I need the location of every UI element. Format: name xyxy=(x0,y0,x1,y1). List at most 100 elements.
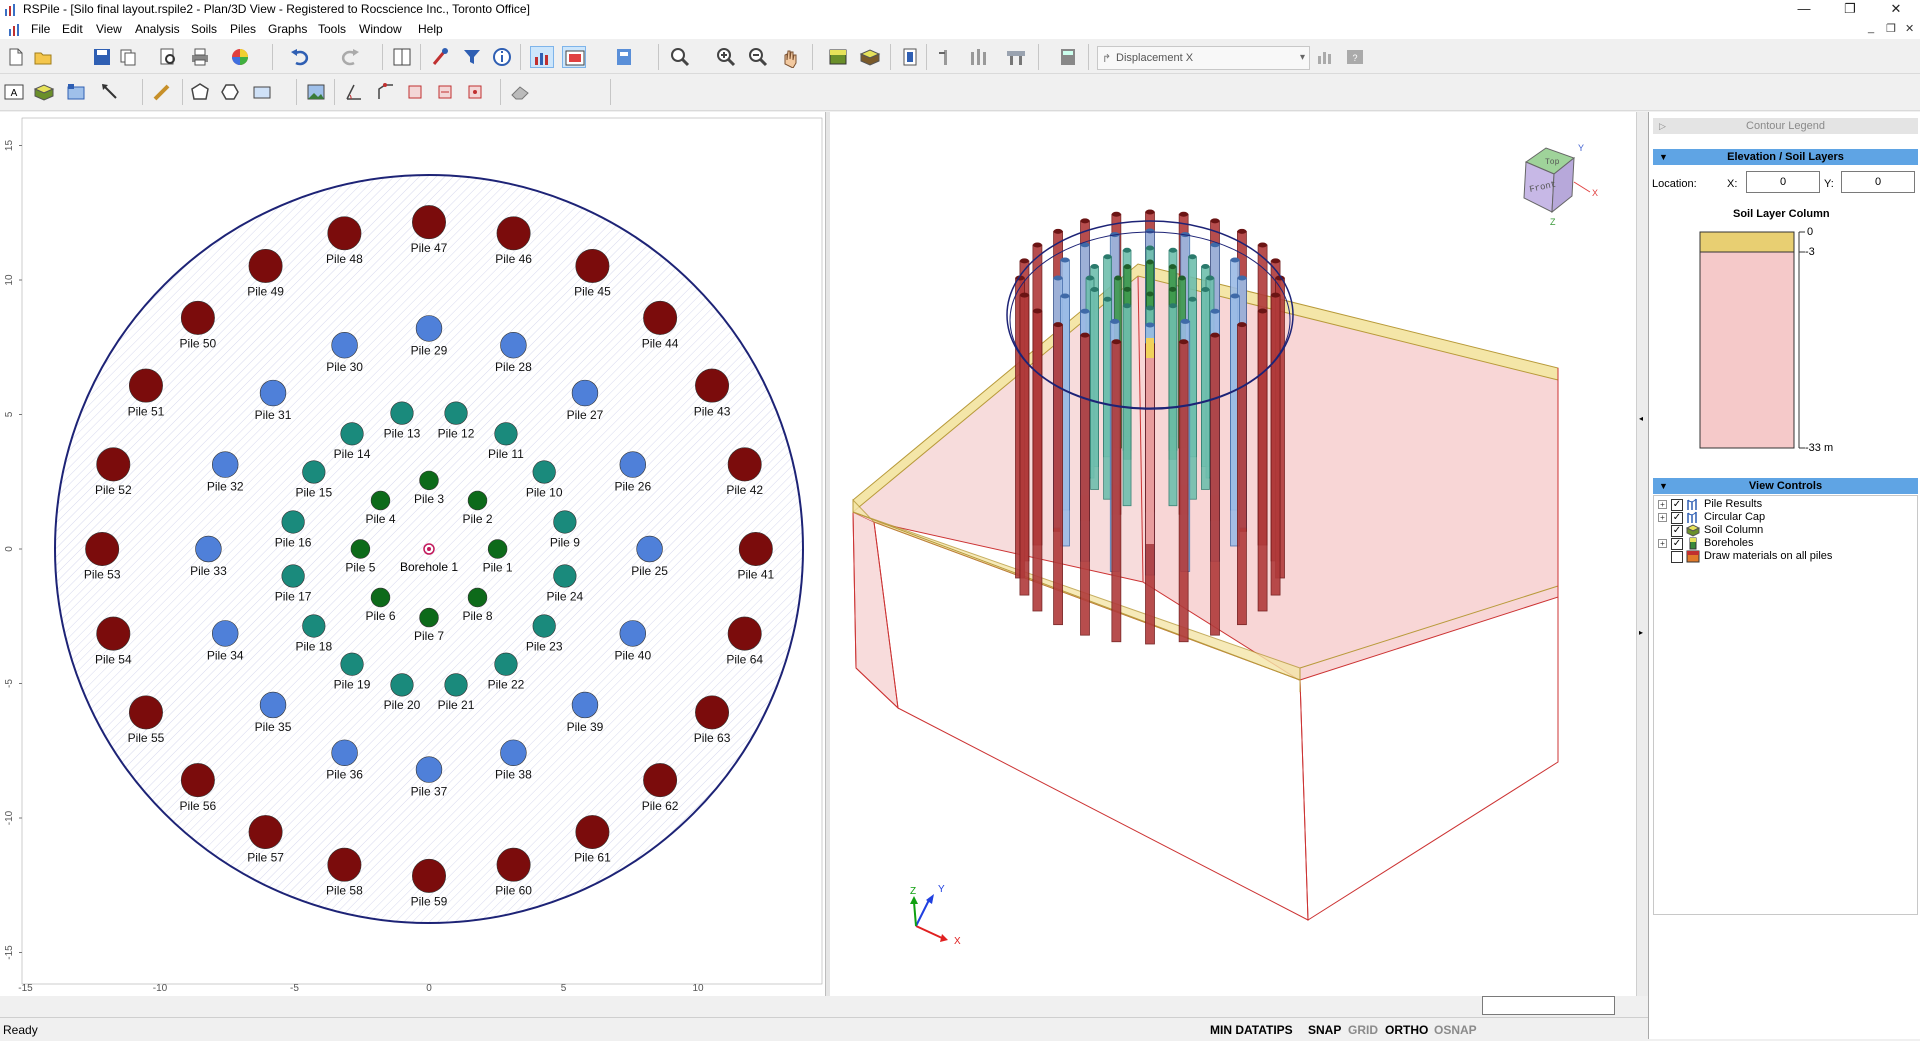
soil-box-icon[interactable] xyxy=(32,81,56,103)
3d-view-canvas[interactable]: Top Front X Y Z X Y Z xyxy=(830,112,1642,996)
color-wheel-icon[interactable] xyxy=(228,46,252,68)
split-view-icon[interactable] xyxy=(390,46,414,68)
menu-soils[interactable]: Soils xyxy=(191,22,217,36)
pile-marker[interactable] xyxy=(370,587,391,608)
pile-marker[interactable] xyxy=(259,379,287,407)
3d-pile[interactable] xyxy=(1178,341,1189,643)
hexagon-icon[interactable] xyxy=(218,81,242,103)
pile-marker[interactable] xyxy=(553,564,577,588)
pan-hand-icon[interactable] xyxy=(778,46,802,68)
ortho-toggle[interactable]: ORTHO xyxy=(1385,1023,1428,1037)
document-icon[interactable] xyxy=(8,23,22,36)
redo-icon[interactable] xyxy=(338,46,362,68)
3d-pile[interactable] xyxy=(1032,310,1043,612)
y-coord-input[interactable]: 0 xyxy=(1841,171,1915,193)
draw-materials-checkbox[interactable] xyxy=(1671,551,1683,563)
circular-cap-checkbox[interactable]: ✓ xyxy=(1671,512,1683,524)
zoom-in-icon[interactable] xyxy=(714,46,738,68)
calculator-display-icon[interactable] xyxy=(612,46,636,68)
pile-marker[interactable] xyxy=(340,652,364,676)
pile-marker[interactable] xyxy=(419,470,439,491)
pile-tool-icon[interactable] xyxy=(428,46,452,68)
3d-pile[interactable] xyxy=(1237,324,1247,626)
pile-marker[interactable] xyxy=(180,300,215,335)
3d-pile[interactable] xyxy=(1053,324,1063,626)
calculator-icon[interactable] xyxy=(1056,46,1080,68)
pile-marker[interactable] xyxy=(340,422,364,446)
expand-icon[interactable]: + xyxy=(1658,539,1667,548)
pile-marker[interactable] xyxy=(532,460,556,484)
pile-marker[interactable] xyxy=(248,248,283,283)
3d-pile[interactable] xyxy=(1270,294,1281,596)
ruler-box-icon[interactable] xyxy=(64,81,88,103)
pile-marker[interactable] xyxy=(327,847,362,882)
expand-icon[interactable]: ▷ xyxy=(1659,118,1666,134)
pile-marker[interactable] xyxy=(727,616,762,651)
pile-marker[interactable] xyxy=(281,564,305,588)
menu-help[interactable]: Help xyxy=(418,22,443,36)
image-icon[interactable] xyxy=(304,81,328,103)
pile-marker[interactable] xyxy=(494,422,518,446)
new-file-icon[interactable] xyxy=(4,46,28,68)
pile-marker[interactable] xyxy=(695,695,730,730)
min-datatips-toggle[interactable]: MIN DATATIPS xyxy=(1210,1023,1293,1037)
x-coord-input[interactable]: 0 xyxy=(1746,171,1820,193)
view-controls-header[interactable]: ▼ View Controls xyxy=(1653,478,1918,494)
open-folder-icon[interactable] xyxy=(32,46,56,68)
pile-marker[interactable] xyxy=(412,205,446,240)
copy-icon[interactable] xyxy=(116,46,140,68)
pile-marker[interactable] xyxy=(390,673,414,697)
3d-pile[interactable] xyxy=(1168,305,1178,507)
osnap-toggle[interactable]: OSNAP xyxy=(1434,1023,1477,1037)
menu-graphs[interactable]: Graphs xyxy=(268,22,307,36)
view-splitter[interactable]: ◂ ▸ xyxy=(1636,112,1648,996)
3d-pile[interactable] xyxy=(1019,294,1030,596)
contour-legend-header[interactable]: ▷ Contour Legend xyxy=(1653,118,1918,134)
pile-marker[interactable] xyxy=(350,539,371,559)
mdi-restore-button[interactable]: ❐ xyxy=(1886,22,1896,35)
undo-icon[interactable] xyxy=(288,46,312,68)
pile-marker[interactable] xyxy=(467,587,488,608)
3d-pile[interactable] xyxy=(1111,341,1122,643)
pile-marker[interactable] xyxy=(496,847,531,882)
pile-marker[interactable] xyxy=(281,510,305,534)
pile-marker[interactable] xyxy=(415,756,443,783)
pile-marker[interactable] xyxy=(575,248,610,283)
close-button[interactable]: ✕ xyxy=(1873,0,1919,19)
rectangle-icon[interactable] xyxy=(250,81,274,103)
pile-marker[interactable] xyxy=(619,620,647,647)
pile-marker[interactable] xyxy=(444,401,468,425)
pile-marker[interactable] xyxy=(412,858,446,893)
3d-pile[interactable] xyxy=(1090,289,1099,490)
pile-marker[interactable] xyxy=(419,607,439,628)
3d-pile[interactable] xyxy=(1080,334,1090,636)
plan-view-icon[interactable] xyxy=(530,46,554,68)
soil-properties-icon[interactable] xyxy=(826,46,850,68)
pile-results-checkbox[interactable]: ✓ xyxy=(1671,499,1683,511)
menu-file[interactable]: File xyxy=(31,22,50,36)
3d-view-icon[interactable] xyxy=(562,46,586,68)
pile-marker[interactable] xyxy=(738,532,773,566)
snap-toggle[interactable]: SNAP xyxy=(1308,1023,1341,1037)
minimize-button[interactable]: — xyxy=(1781,0,1827,19)
menu-piles[interactable]: Piles xyxy=(230,22,256,36)
pile-marker[interactable] xyxy=(96,447,131,482)
angle-icon[interactable] xyxy=(342,81,366,103)
print-preview-icon[interactable] xyxy=(156,46,180,68)
polygon-icon[interactable] xyxy=(188,81,212,103)
menu-tools[interactable]: Tools xyxy=(318,22,346,36)
edit-shape-icon[interactable] xyxy=(374,81,398,103)
3d-pile[interactable] xyxy=(1210,334,1220,636)
pile-marker[interactable] xyxy=(302,460,326,484)
pile-marker[interactable] xyxy=(302,614,326,638)
graph-icon[interactable] xyxy=(1313,46,1337,68)
pile-marker[interactable] xyxy=(487,539,508,559)
pile-marker[interactable] xyxy=(390,401,414,425)
pile-marker[interactable] xyxy=(500,331,527,359)
info-icon[interactable] xyxy=(490,46,514,68)
pile-marker[interactable] xyxy=(636,535,663,563)
menu-analysis[interactable]: Analysis xyxy=(135,22,180,36)
text-tool-icon[interactable]: A xyxy=(2,81,26,103)
soil-layers-icon[interactable] xyxy=(858,46,882,68)
legend-settings-icon[interactable]: ? xyxy=(1343,46,1367,68)
